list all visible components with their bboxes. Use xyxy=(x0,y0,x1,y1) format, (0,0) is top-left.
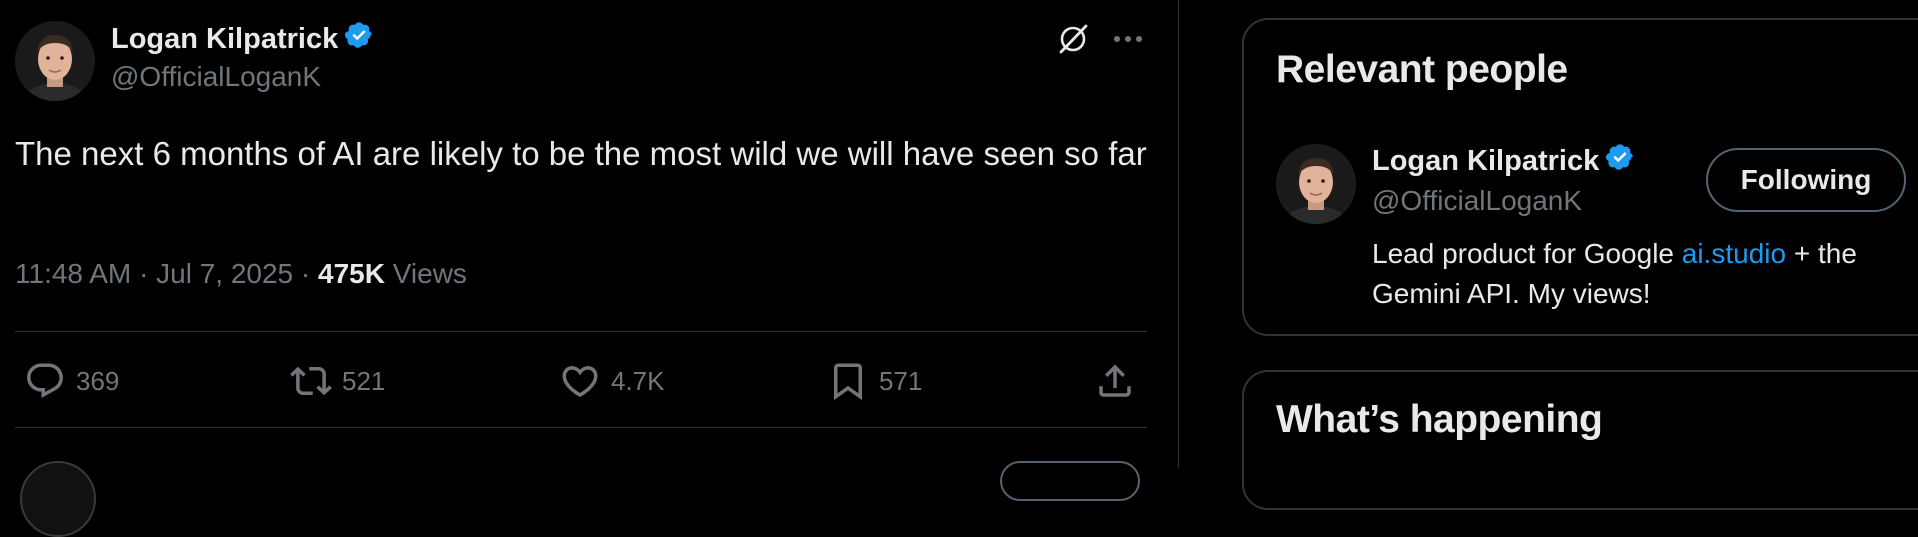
following-button[interactable]: Following xyxy=(1706,148,1906,212)
whats-happening-title: What’s happening xyxy=(1276,398,1603,441)
tweet-date[interactable]: Jul 7, 2025 xyxy=(156,258,293,289)
meta-separator: · xyxy=(300,258,311,289)
person-name[interactable]: Logan Kilpatrick xyxy=(1372,142,1635,180)
verified-badge-icon xyxy=(1605,142,1635,180)
share-icon xyxy=(1099,364,1131,397)
bio-text: Lead product for Google xyxy=(1372,238,1682,269)
bookmark-count: 571 xyxy=(879,365,923,396)
divider xyxy=(15,331,1147,332)
share-button[interactable] xyxy=(1094,358,1146,404)
next-reply-avatar[interactable] xyxy=(20,461,96,537)
repost-count: 521 xyxy=(342,365,386,396)
reply-button[interactable]: 369 xyxy=(24,358,119,404)
author-name-text: Logan Kilpatrick xyxy=(111,22,339,55)
column-divider xyxy=(1178,0,1179,468)
bookmark-button[interactable]: 571 xyxy=(827,358,922,404)
reply-icon xyxy=(27,363,63,398)
more-icon[interactable] xyxy=(1110,22,1146,56)
author-handle[interactable]: @OfficialLoganK xyxy=(111,61,321,93)
person-name-text: Logan Kilpatrick xyxy=(1372,144,1600,177)
repost-button[interactable]: 521 xyxy=(290,358,385,404)
verified-badge-icon xyxy=(344,20,374,58)
like-button[interactable]: 4.7K xyxy=(559,358,665,404)
meta-separator: · xyxy=(139,258,149,289)
tweet-detail: Logan Kilpatrick @OfficialLoganK The nex… xyxy=(0,0,1178,537)
author-avatar[interactable] xyxy=(15,21,95,101)
author-name[interactable]: Logan Kilpatrick xyxy=(111,20,374,58)
tweet-text: The next 6 months of AI are likely to be… xyxy=(15,135,1147,172)
grok-icon[interactable] xyxy=(1056,22,1090,56)
repost-icon xyxy=(290,366,332,396)
views-count: 475K xyxy=(318,258,385,289)
like-icon xyxy=(562,366,598,398)
relevant-people-card: Relevant people Logan Kilpatrick @Offici… xyxy=(1242,18,1918,336)
next-reply-button[interactable] xyxy=(1000,461,1140,501)
person-handle[interactable]: @OfficialLoganK xyxy=(1372,185,1582,217)
bookmark-icon xyxy=(834,363,862,401)
bio-link[interactable]: ai.studio xyxy=(1682,238,1786,269)
reply-count: 369 xyxy=(76,365,120,396)
person-avatar[interactable] xyxy=(1276,144,1356,224)
whats-happening-card: What’s happening xyxy=(1242,370,1918,510)
divider xyxy=(15,427,1147,428)
views-label: Views xyxy=(392,258,467,289)
tweet-meta: 11:48 AM · Jul 7, 2025 · 475K Views xyxy=(15,258,467,290)
person-bio: Lead product for Google ai.studio + the … xyxy=(1372,234,1892,314)
relevant-people-title: Relevant people xyxy=(1276,48,1568,91)
tweet-time[interactable]: 11:48 AM xyxy=(15,258,131,289)
like-count: 4.7K xyxy=(611,365,665,396)
